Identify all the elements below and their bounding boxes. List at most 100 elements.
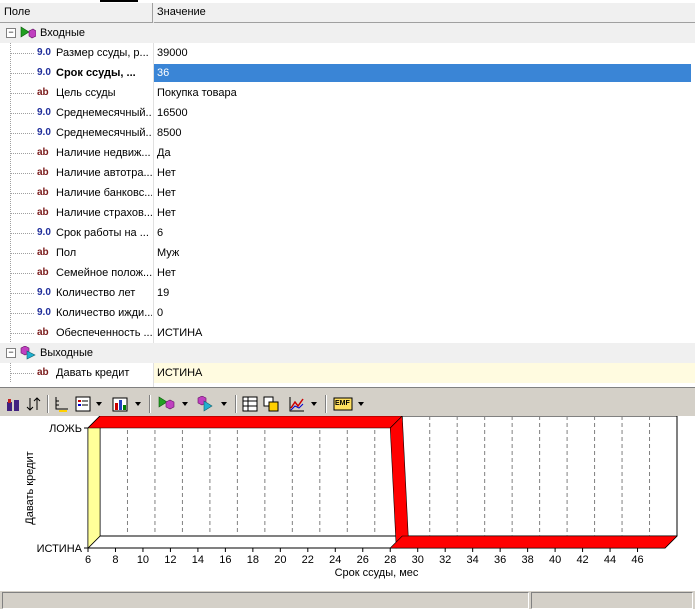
field-value[interactable]: Нет — [157, 263, 176, 283]
toolbar-separator — [325, 395, 327, 413]
y-axis-label: Давать кредит — [24, 451, 36, 524]
outputs-icon — [197, 396, 213, 412]
collapse-icon[interactable]: − — [6, 348, 16, 358]
x-tick-label: 18 — [247, 554, 259, 566]
field-value[interactable]: Нет — [157, 203, 176, 223]
field-value[interactable]: 16500 — [157, 103, 188, 123]
tree-branch — [11, 253, 35, 254]
field-value[interactable]: Муж — [157, 243, 179, 263]
field-name: Количество ижди... — [56, 307, 152, 319]
y-tick-label: ИСТИНА — [37, 543, 83, 555]
input-row[interactable]: 9.0 Количество лет 19 — [0, 283, 695, 303]
chart-type-dropdown[interactable] — [133, 394, 143, 414]
input-row[interactable]: ab Семейное полож... Нет — [0, 263, 695, 283]
string-type-icon: ab — [37, 147, 49, 158]
input-row[interactable]: ab Наличие банковс... Нет — [0, 183, 695, 203]
line-chart-dropdown[interactable] — [309, 394, 319, 414]
y-tick-label: ЛОЖЬ — [49, 423, 82, 435]
emf-label: EMF — [335, 400, 350, 407]
field-value[interactable]: 36 — [157, 63, 169, 83]
x-tick-label: 24 — [329, 554, 341, 566]
field-value[interactable]: Нет — [157, 183, 176, 203]
select-outputs-button[interactable] — [194, 394, 218, 414]
export-dropdown[interactable] — [356, 394, 366, 414]
field-name: Среднемесячный... — [56, 127, 152, 139]
input-row[interactable]: 9.0 Размер ссуды, р... 39000 — [0, 43, 695, 63]
table-icon — [242, 396, 258, 412]
field-name: Давать кредит — [56, 367, 130, 379]
input-row[interactable]: ab Обеспеченность ... ИСТИНА — [0, 323, 695, 343]
field-name: Наличие банковс... — [56, 187, 152, 199]
string-type-icon: ab — [37, 187, 49, 198]
field-name: Цель ссуды — [56, 87, 116, 99]
input-row[interactable]: 9.0 Срок ссуды, ... 36 — [0, 63, 695, 83]
legend-dropdown[interactable] — [94, 394, 104, 414]
numeric-type-icon: 9.0 — [37, 67, 51, 78]
input-row[interactable]: 9.0 Количество ижди... 0 — [0, 303, 695, 323]
input-row[interactable]: ab Наличие страхов... Нет — [0, 203, 695, 223]
select-inputs-dropdown[interactable] — [180, 394, 190, 414]
field-name: Пол — [56, 247, 77, 259]
field-value[interactable]: 8500 — [157, 123, 181, 143]
string-type-icon: ab — [37, 247, 49, 258]
table-view-button[interactable] — [241, 394, 259, 414]
chevron-down-icon — [221, 402, 227, 406]
copy-icon — [263, 396, 279, 412]
field-value[interactable]: 0 — [157, 303, 163, 323]
status-cell-info — [531, 592, 693, 609]
collapse-icon[interactable]: − — [6, 28, 16, 38]
input-row[interactable]: ab Наличие недвиж... Да — [0, 143, 695, 163]
x-tick-label: 42 — [576, 554, 588, 566]
field-value[interactable]: Нет — [157, 163, 176, 183]
tree-branch — [11, 113, 35, 114]
input-row[interactable]: 9.0 Среднемесячный... 16500 — [0, 103, 695, 123]
sort-icon — [26, 397, 41, 411]
field-name: Семейное полож... — [56, 267, 152, 279]
outputs-icon — [20, 346, 36, 360]
input-row[interactable]: ab Пол Муж — [0, 243, 695, 263]
field-value[interactable]: 19 — [157, 283, 169, 303]
header-field[interactable]: Поле — [0, 3, 153, 22]
output-row[interactable]: ab Давать кредит ИСТИНА — [0, 363, 695, 383]
axis-button[interactable] — [52, 394, 70, 414]
select-outputs-dropdown[interactable] — [219, 394, 229, 414]
tree-branch — [11, 73, 35, 74]
field-value[interactable]: ИСТИНА — [157, 323, 202, 343]
field-value[interactable]: 39000 — [157, 43, 188, 63]
x-tick-label: 26 — [357, 554, 369, 566]
sort-button[interactable] — [25, 394, 43, 414]
copy-button[interactable] — [262, 394, 280, 414]
header-value[interactable]: Значение — [153, 3, 695, 22]
export-emf-button[interactable]: EMF — [331, 394, 355, 414]
toolbar-separator — [149, 395, 151, 413]
category-outputs[interactable]: − Выходные — [0, 343, 695, 363]
field-name: Наличие страхов... — [56, 207, 152, 219]
x-tick-label: 6 — [85, 554, 91, 566]
plot-area — [87, 415, 678, 549]
field-name: Размер ссуды, р... — [56, 47, 149, 59]
input-row[interactable]: ab Наличие автотра... Нет — [0, 163, 695, 183]
input-row[interactable]: 9.0 Срок работы на ... 6 — [0, 223, 695, 243]
select-inputs-button[interactable] — [155, 394, 179, 414]
category-inputs[interactable]: − Входные — [0, 23, 695, 43]
string-type-icon: ab — [37, 367, 49, 378]
x-tick-label: 38 — [521, 554, 533, 566]
field-name: Среднемесячный... — [56, 107, 152, 119]
grid-rows: − Входные 9.0 Размер ссуды, р... 39000 9.0 С… — [0, 23, 695, 383]
chart-type-button[interactable] — [110, 394, 130, 414]
inputs-icon — [20, 26, 36, 39]
analysis-button[interactable] — [4, 394, 22, 414]
line-chart-button[interactable] — [287, 394, 307, 414]
x-tick-label: 44 — [604, 554, 616, 566]
field-value[interactable]: ИСТИНА — [157, 363, 202, 383]
x-tick-label: 32 — [439, 554, 451, 566]
input-row[interactable]: 9.0 Среднемесячный... 8500 — [0, 123, 695, 143]
input-row[interactable]: ab Цель ссуды Покупка товара — [0, 83, 695, 103]
field-value[interactable]: 6 — [157, 223, 163, 243]
axis-icon — [55, 397, 68, 412]
tree-branch — [11, 233, 35, 234]
legend-button[interactable] — [73, 394, 93, 414]
field-value[interactable]: Да — [157, 143, 171, 163]
field-name: Срок ссуды, ... — [56, 67, 136, 79]
field-value[interactable]: Покупка товара — [157, 83, 237, 103]
